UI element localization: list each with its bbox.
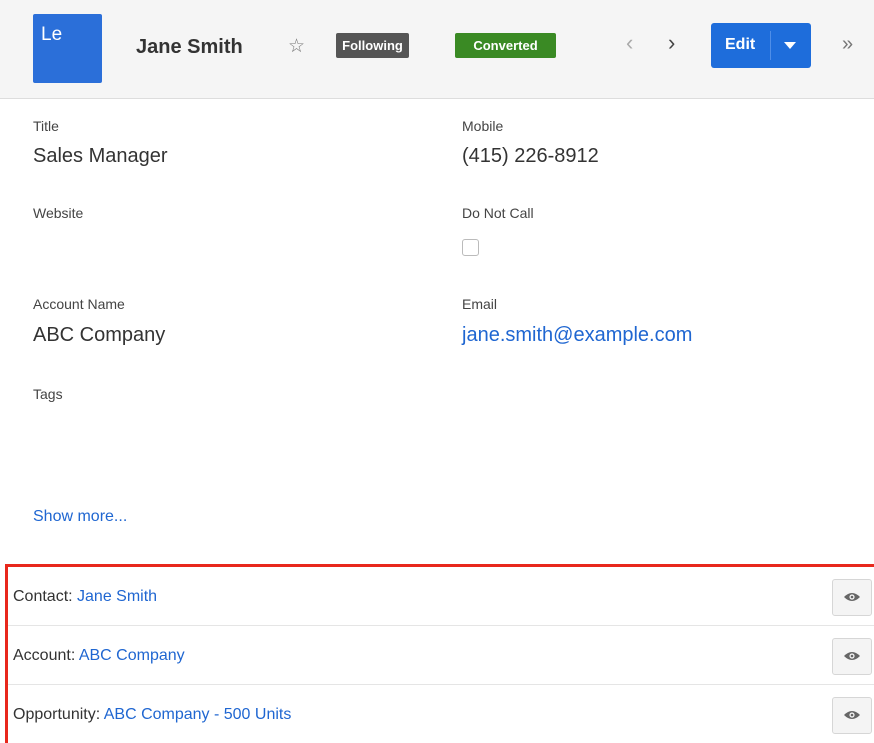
account-link[interactable]: ABC Company — [79, 647, 185, 664]
next-record-icon[interactable]: › — [668, 30, 675, 56]
eye-icon — [844, 711, 860, 719]
converted-row-text: Opportunity: ABC Company - 500 Units — [13, 706, 291, 724]
contact-link[interactable]: Jane Smith — [77, 588, 157, 605]
edit-button[interactable]: Edit — [725, 36, 755, 54]
converted-row-label: Account: — [13, 647, 79, 664]
email-link[interactable]: jane.smith@example.com — [462, 324, 692, 347]
preview-opportunity-button[interactable] — [832, 697, 872, 734]
do-not-call-checkbox[interactable] — [462, 239, 479, 256]
expand-panel-icon[interactable]: » — [842, 33, 853, 56]
converted-row-opportunity: Opportunity: ABC Company - 500 Units — [8, 685, 874, 743]
show-more-link[interactable]: Show more... — [33, 508, 127, 526]
preview-account-button[interactable] — [832, 638, 872, 675]
account-name-label: Account Name — [33, 296, 125, 312]
avatar-label: Le — [41, 24, 63, 45]
eye-icon — [844, 652, 860, 660]
converted-row-text: Contact: Jane Smith — [13, 588, 157, 606]
edit-divider — [770, 31, 771, 60]
favorite-star-icon[interactable]: ☆ — [288, 35, 305, 58]
website-label: Website — [33, 205, 84, 221]
do-not-call-label: Do Not Call — [462, 205, 534, 221]
following-badge[interactable]: Following — [336, 33, 409, 58]
converted-row-text: Account: ABC Company — [13, 647, 185, 665]
converted-badge: Converted — [455, 33, 556, 58]
record-header: Le Jane Smith ☆ Following Converted ‹ › … — [0, 0, 874, 99]
tags-label: Tags — [33, 386, 63, 402]
email-label: Email — [462, 296, 498, 312]
actions-dropdown-icon[interactable] — [784, 42, 796, 49]
converted-row-account: Account: ABC Company — [8, 626, 874, 685]
converted-row-label: Contact: — [13, 588, 78, 605]
title-value: Sales Manager — [33, 145, 168, 167]
edit-button-group: Edit — [711, 23, 811, 68]
account-name-value: ABC Company — [33, 324, 166, 346]
opportunity-link[interactable]: ABC Company - 500 Units — [104, 706, 292, 723]
converted-row-contact: Contact: Jane Smith — [8, 567, 874, 626]
previous-record-icon[interactable]: ‹ — [626, 30, 633, 56]
mobile-label: Mobile — [462, 118, 504, 134]
record-name: Jane Smith — [136, 36, 243, 58]
preview-contact-button[interactable] — [832, 579, 872, 616]
mobile-value: (415) 226-8912 — [462, 145, 599, 167]
converted-row-label: Opportunity: — [13, 706, 104, 723]
title-label: Title — [33, 118, 59, 134]
eye-icon — [844, 593, 860, 601]
converted-records-panel: Contact: Jane Smith Account: ABC Company… — [5, 564, 874, 743]
module-avatar: Le — [33, 14, 102, 83]
